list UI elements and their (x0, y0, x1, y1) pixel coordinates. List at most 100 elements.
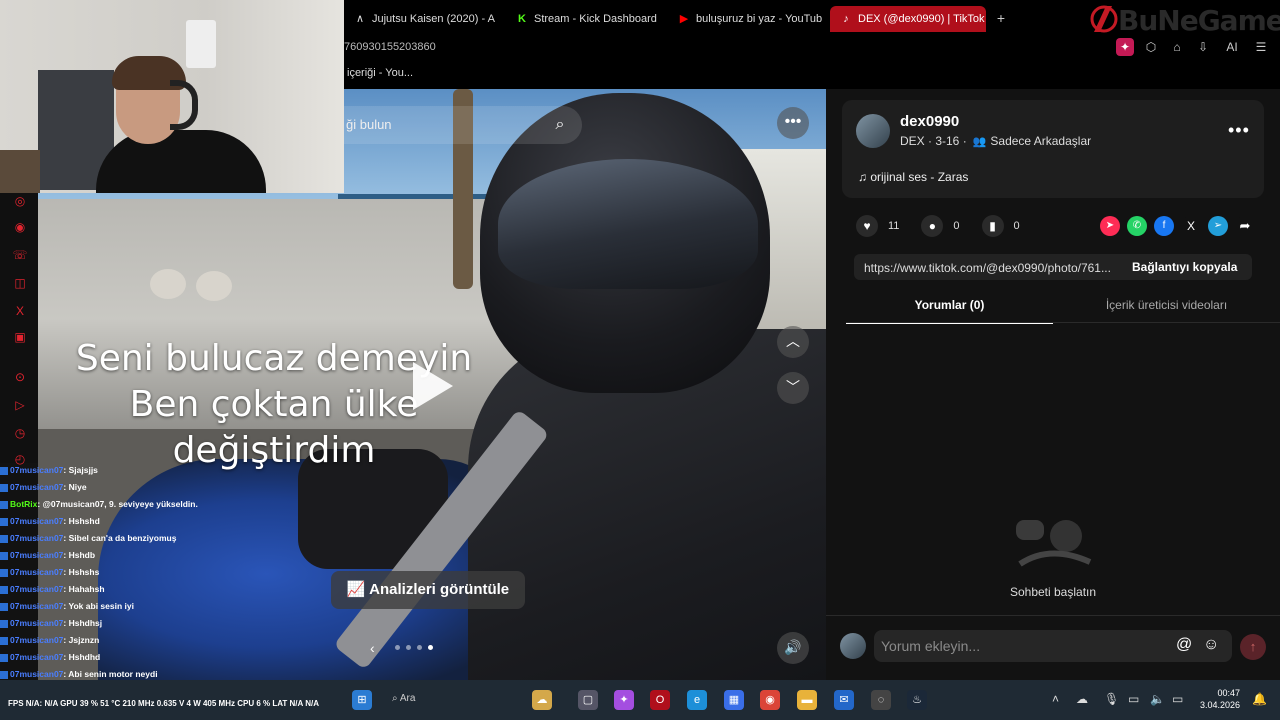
steam-icon[interactable]: ♨ (907, 690, 927, 710)
chat-username[interactable]: 07musican07 (10, 601, 63, 611)
whatsapp-icon[interactable]: ☏ (12, 247, 28, 263)
analytics-button[interactable]: 📈 Analizleri görüntüle (331, 571, 525, 609)
store-icon[interactable]: ▦ (724, 690, 744, 710)
search-icon[interactable]: ⌕ (550, 115, 570, 135)
menu-icon[interactable]: ☰ (1252, 38, 1270, 56)
chat-username[interactable]: 07musican07 (10, 465, 63, 475)
chevron-up-icon[interactable]: ︿ (777, 326, 809, 358)
avatar[interactable] (856, 114, 890, 148)
start-icon[interactable]: ⊞ (352, 690, 372, 710)
edge-icon[interactable]: e (687, 690, 707, 710)
mention-icon[interactable]: @ (1176, 636, 1192, 654)
chat-username[interactable]: 07musican07 (10, 652, 63, 662)
tiktok-share-icon[interactable]: ➤ (1100, 216, 1120, 236)
emoji-icon[interactable]: ☺ (1203, 636, 1219, 654)
chat-username[interactable]: 07musican07 (10, 567, 63, 577)
chevron-down-icon[interactable]: ﹀ (777, 372, 809, 404)
chat-badge-icon (0, 653, 8, 662)
copy-link-button[interactable]: Bağlantıyı kopyala (1132, 260, 1237, 274)
chat-message: 07musican07: Niye (0, 479, 330, 496)
facebook-icon[interactable]: f (1154, 216, 1174, 236)
sidebar-icon-2[interactable]: ◉ (12, 219, 28, 235)
save-button[interactable]: ▮ 0 (981, 215, 1020, 237)
play-icon[interactable] (413, 362, 453, 410)
folder-icon[interactable]: ▬ (797, 690, 817, 710)
tab-youtube[interactable]: ▶ buluşuruz bi yaz - YouTub (668, 6, 830, 32)
task-view-icon[interactable]: ▢ (578, 690, 598, 710)
chat-username[interactable]: 07musican07 (10, 482, 63, 492)
carousel-dot[interactable] (395, 645, 400, 650)
comment-count: 0 (953, 220, 960, 232)
tab-label: Stream - Kick Dashboard (534, 13, 657, 25)
tab-creator-videos[interactable]: İçerik üreticisi videoları (1053, 298, 1280, 324)
x-icon[interactable]: X (12, 303, 28, 319)
youtube-icon[interactable]: ▣ (12, 329, 28, 345)
photo-stone (150, 269, 186, 299)
clock-icon[interactable]: ◷ (12, 425, 28, 441)
tray-chevron-icon[interactable]: ˄ (1052, 692, 1059, 706)
download-icon[interactable]: ⇩ (1194, 38, 1212, 56)
tab-label: buluşuruz bi yaz - YouTub (696, 13, 823, 25)
puzzle-icon[interactable]: ⬡ (1142, 38, 1160, 56)
weather-icon[interactable]: ☁ (532, 690, 552, 710)
play-icon[interactable]: ▷ (12, 397, 28, 413)
post-link[interactable]: https://www.tiktok.com/@dex0990/photo/76… (864, 261, 1122, 275)
search-bar[interactable]: ği bulun ⌕ (344, 106, 582, 144)
chat-username[interactable]: 07musican07 (10, 669, 63, 679)
whatsapp-icon[interactable]: ✆ (1127, 216, 1147, 236)
opera-icon[interactable]: O (650, 690, 670, 710)
outlook-icon[interactable]: ✉ (834, 690, 854, 710)
post-more-button[interactable]: ••• (1228, 120, 1250, 141)
sound-link[interactable]: ♫ orijinal ses - Zaras (858, 170, 968, 184)
chat-username[interactable]: 07musican07 (10, 516, 63, 526)
chat-text: Hshdb (68, 550, 96, 560)
chat-username[interactable]: 07musican07 (10, 550, 63, 560)
carousel-dot[interactable] (417, 645, 422, 650)
obs-icon[interactable]: ◌ (871, 690, 891, 710)
x-icon[interactable]: X (1181, 216, 1201, 236)
telegram-icon[interactable]: ➢ (1208, 216, 1228, 236)
volume-icon[interactable]: 🔈 (1150, 692, 1165, 706)
tab-comments[interactable]: Yorumlar (0) (846, 298, 1053, 324)
chat-username[interactable]: 07musican07 (10, 618, 63, 628)
chat-badge-icon (0, 517, 8, 526)
tab-jujutsu[interactable]: ∧ Jujutsu Kaisen (2020) - A (344, 6, 506, 32)
ai-icon[interactable]: AI (1220, 38, 1244, 56)
display-icon[interactable]: ▭ (1128, 692, 1139, 706)
chat-text: @07musican07, 9. seviyeye yükseldin. (42, 499, 198, 509)
extension-icon[interactable]: ✦ (1116, 38, 1134, 56)
chat-username[interactable]: BotRix (10, 499, 37, 509)
new-tab-button[interactable]: + (990, 7, 1012, 29)
share-forward-icon[interactable]: ➦ (1235, 216, 1255, 236)
onedrive-icon[interactable]: ☁ (1076, 692, 1088, 706)
username[interactable]: dex0990 (900, 113, 959, 130)
chat-username[interactable]: 07musican07 (10, 584, 63, 594)
taskbar-search[interactable]: ⌕ Ara (392, 693, 415, 704)
carousel-dot-active[interactable] (428, 645, 433, 650)
notifications-icon[interactable]: 🔔 (1252, 692, 1267, 706)
chat-badge-icon (0, 619, 8, 628)
chrome-icon[interactable]: ◉ (760, 690, 780, 710)
chat-username[interactable]: 07musican07 (10, 533, 63, 543)
mic-icon[interactable]: 🎙 (1104, 692, 1119, 706)
clock[interactable]: 00:47 3.04.2026 (1200, 687, 1240, 711)
copilot-icon[interactable]: ✦ (614, 690, 634, 710)
chat-text: Hshshs (68, 567, 100, 577)
prev-photo-icon[interactable]: ‹ (370, 640, 375, 656)
more-options-button[interactable]: ••• (777, 107, 809, 139)
battery-icon[interactable]: ▭ (1172, 692, 1183, 706)
sidebar-icon-7[interactable]: ⊙ (12, 369, 28, 385)
send-button[interactable]: ↑ (1240, 634, 1266, 660)
chat-text: Sibel can'a da benziyomuş (68, 533, 177, 543)
tab-kick[interactable]: K Stream - Kick Dashboard (506, 6, 668, 32)
profile-icon[interactable]: ⌂ (1168, 38, 1186, 56)
comment-button[interactable]: ● 0 (921, 215, 960, 237)
like-button[interactable]: ♥ 11 (856, 215, 899, 237)
instagram-icon[interactable]: ◫ (12, 275, 28, 291)
display-date: DEX · 3-16 · (900, 134, 967, 148)
chat-username[interactable]: 07musican07 (10, 635, 63, 645)
carousel-dot[interactable] (406, 645, 411, 650)
volume-icon[interactable]: 🔊 (777, 632, 809, 664)
sidebar-icon-1[interactable]: ◎ (12, 193, 28, 209)
tab-tiktok[interactable]: ♪ DEX (@dex0990) | TikTok (830, 6, 986, 32)
